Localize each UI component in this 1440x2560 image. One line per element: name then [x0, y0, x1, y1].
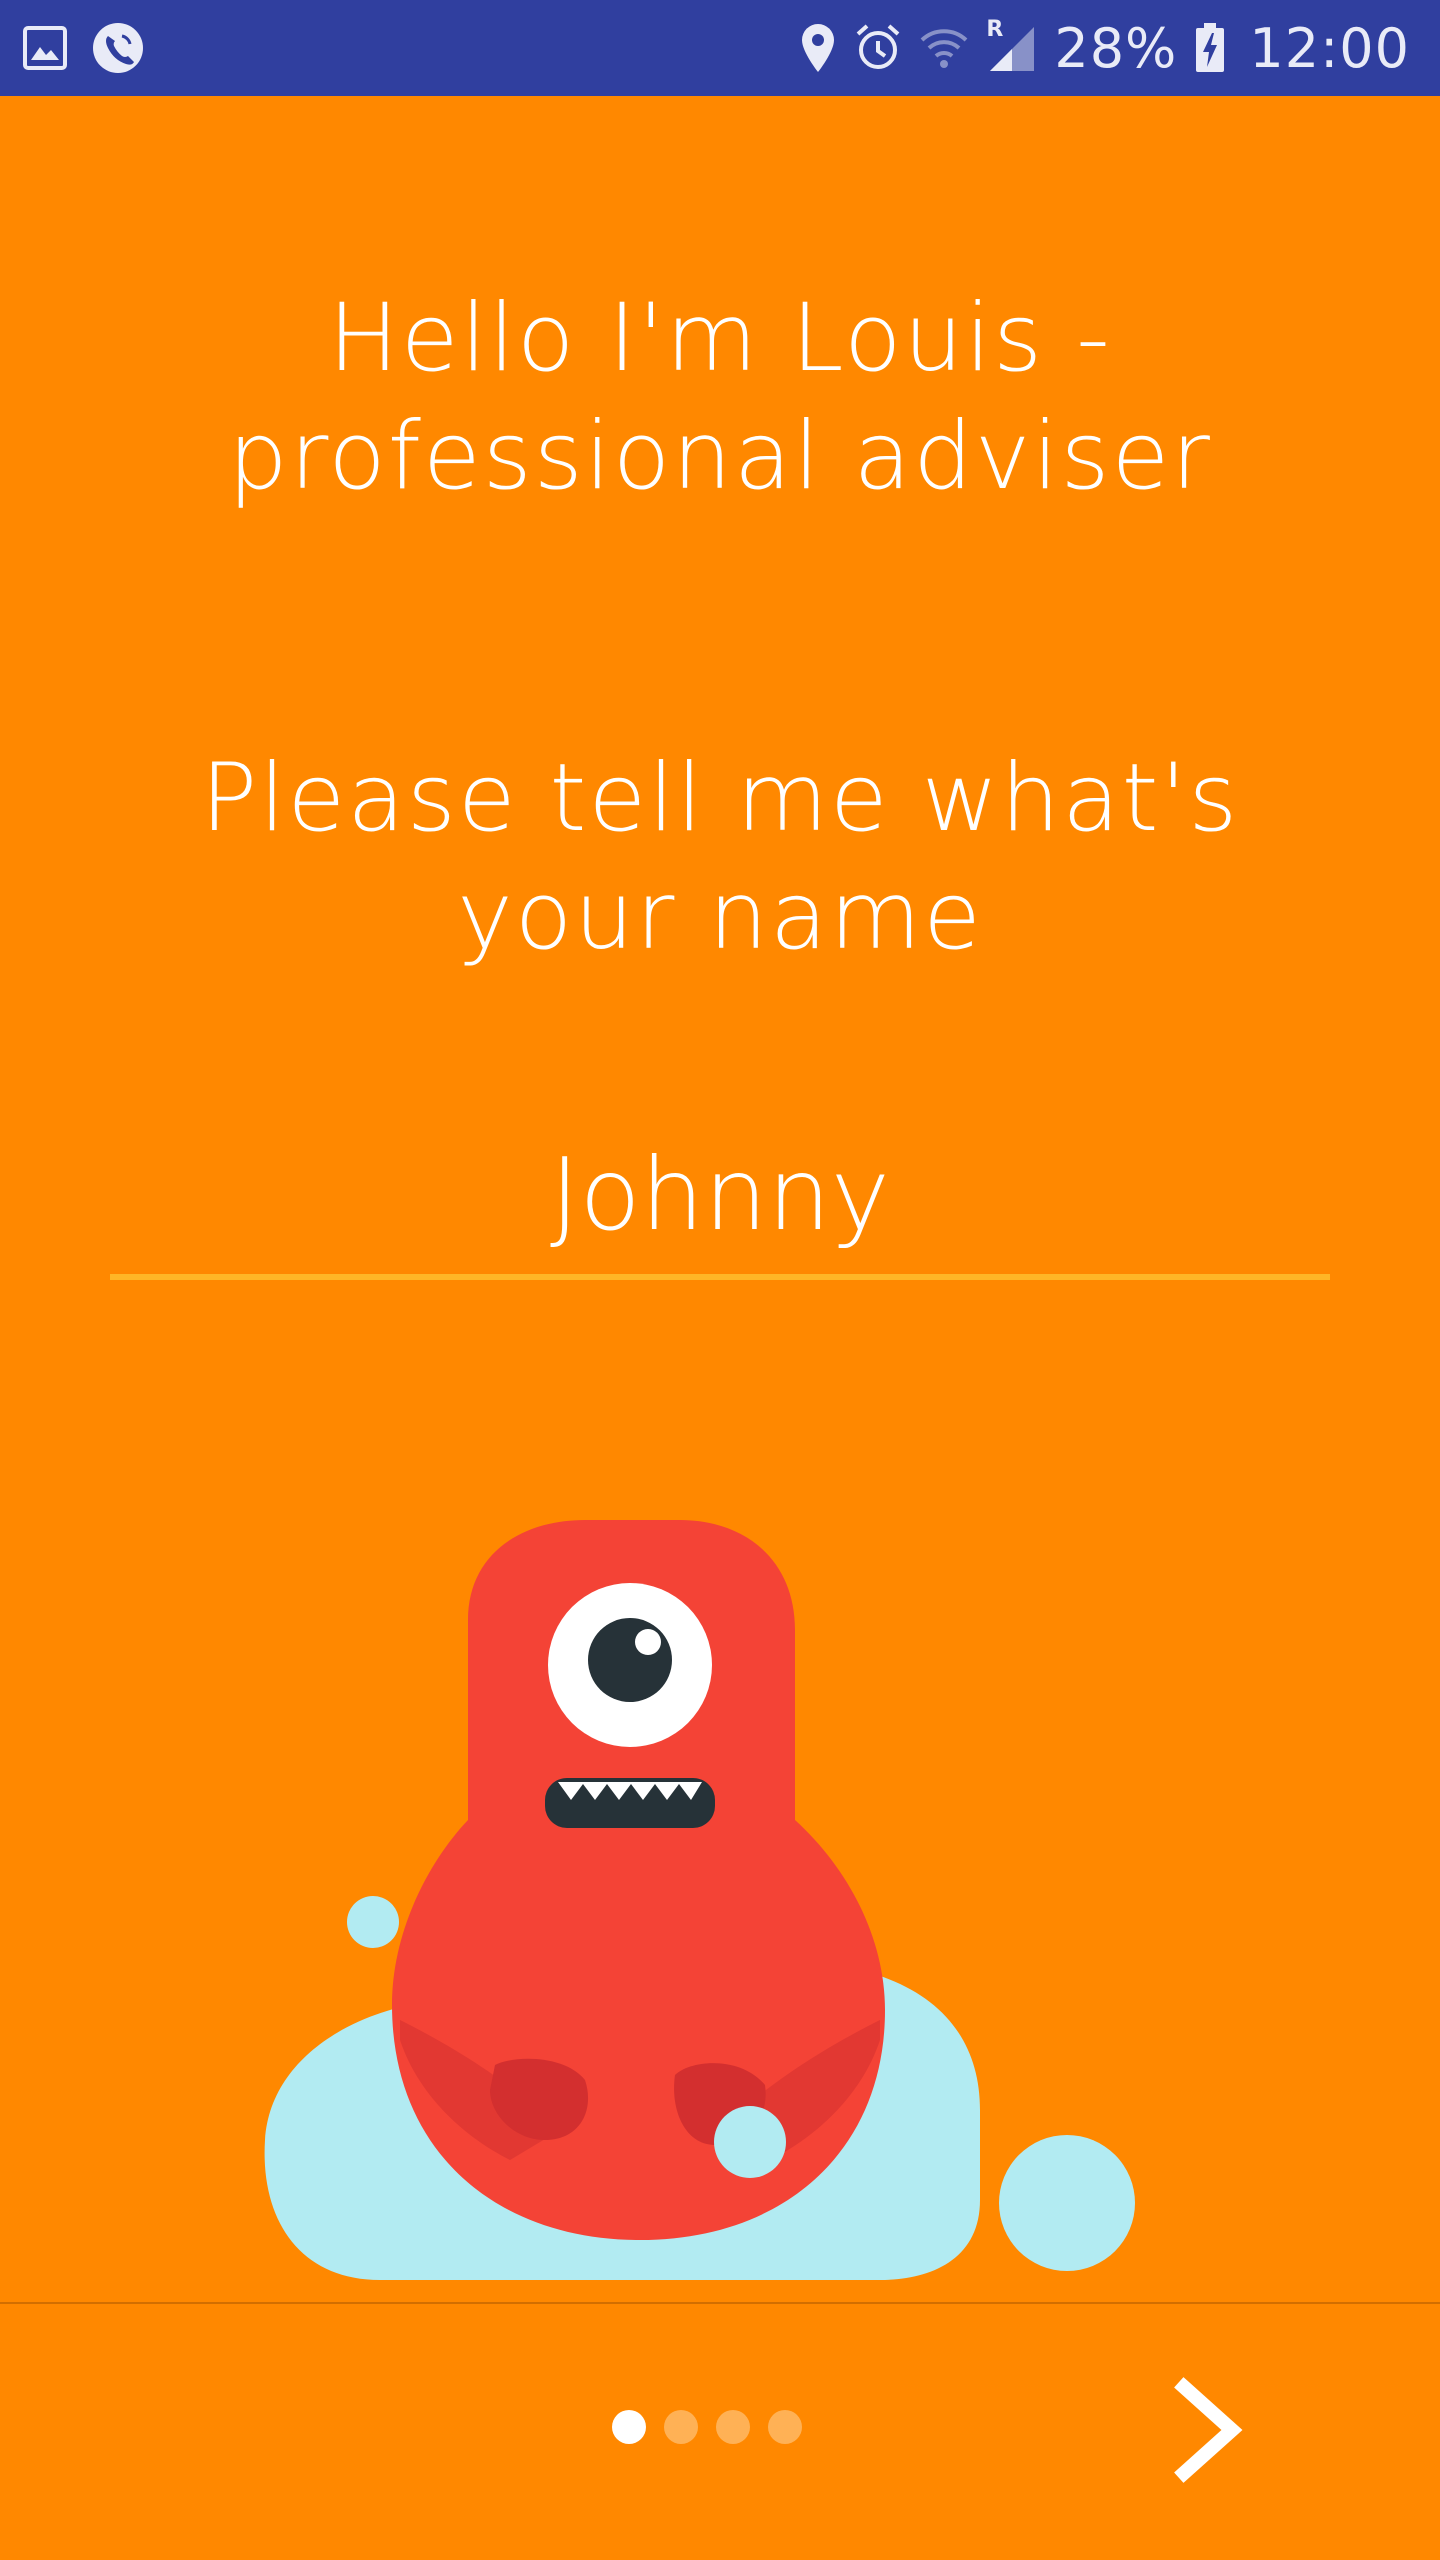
chevron-right-icon	[1174, 2377, 1243, 2483]
page-dot-1	[612, 2410, 646, 2444]
battery-charging-icon	[1195, 23, 1225, 73]
page-dot-4	[768, 2410, 802, 2444]
name-input[interactable]	[110, 1130, 1330, 1280]
greeting-line-2: professional adviser	[228, 402, 1212, 511]
image-icon	[22, 25, 68, 71]
status-bar: R 28% 12:00	[0, 0, 1440, 96]
page-dot-2	[664, 2410, 698, 2444]
roaming-indicator: R	[986, 17, 1004, 42]
page-dot-3	[716, 2410, 750, 2444]
alarm-icon	[854, 22, 902, 74]
greeting-title: Hello I'm Louis - professional adviser	[0, 280, 1440, 516]
clock: 12:00	[1249, 16, 1410, 80]
prompt-line-2: your name	[457, 862, 983, 971]
monster-illustration	[240, 1500, 1160, 2294]
battery-percent: 28%	[1054, 16, 1178, 80]
next-button[interactable]	[1150, 2370, 1270, 2490]
signal-icon: R	[986, 17, 1036, 73]
wifi-icon	[920, 24, 968, 72]
page-indicator	[612, 2410, 802, 2444]
prompt-line-1: Please tell me what's	[200, 744, 1240, 853]
location-icon	[800, 22, 836, 74]
greeting-line-1: Hello I'm Louis -	[328, 284, 1112, 393]
phone-call-icon	[92, 22, 144, 74]
bottom-divider	[0, 2302, 1440, 2304]
name-prompt: Please tell me what's your name	[0, 740, 1440, 976]
